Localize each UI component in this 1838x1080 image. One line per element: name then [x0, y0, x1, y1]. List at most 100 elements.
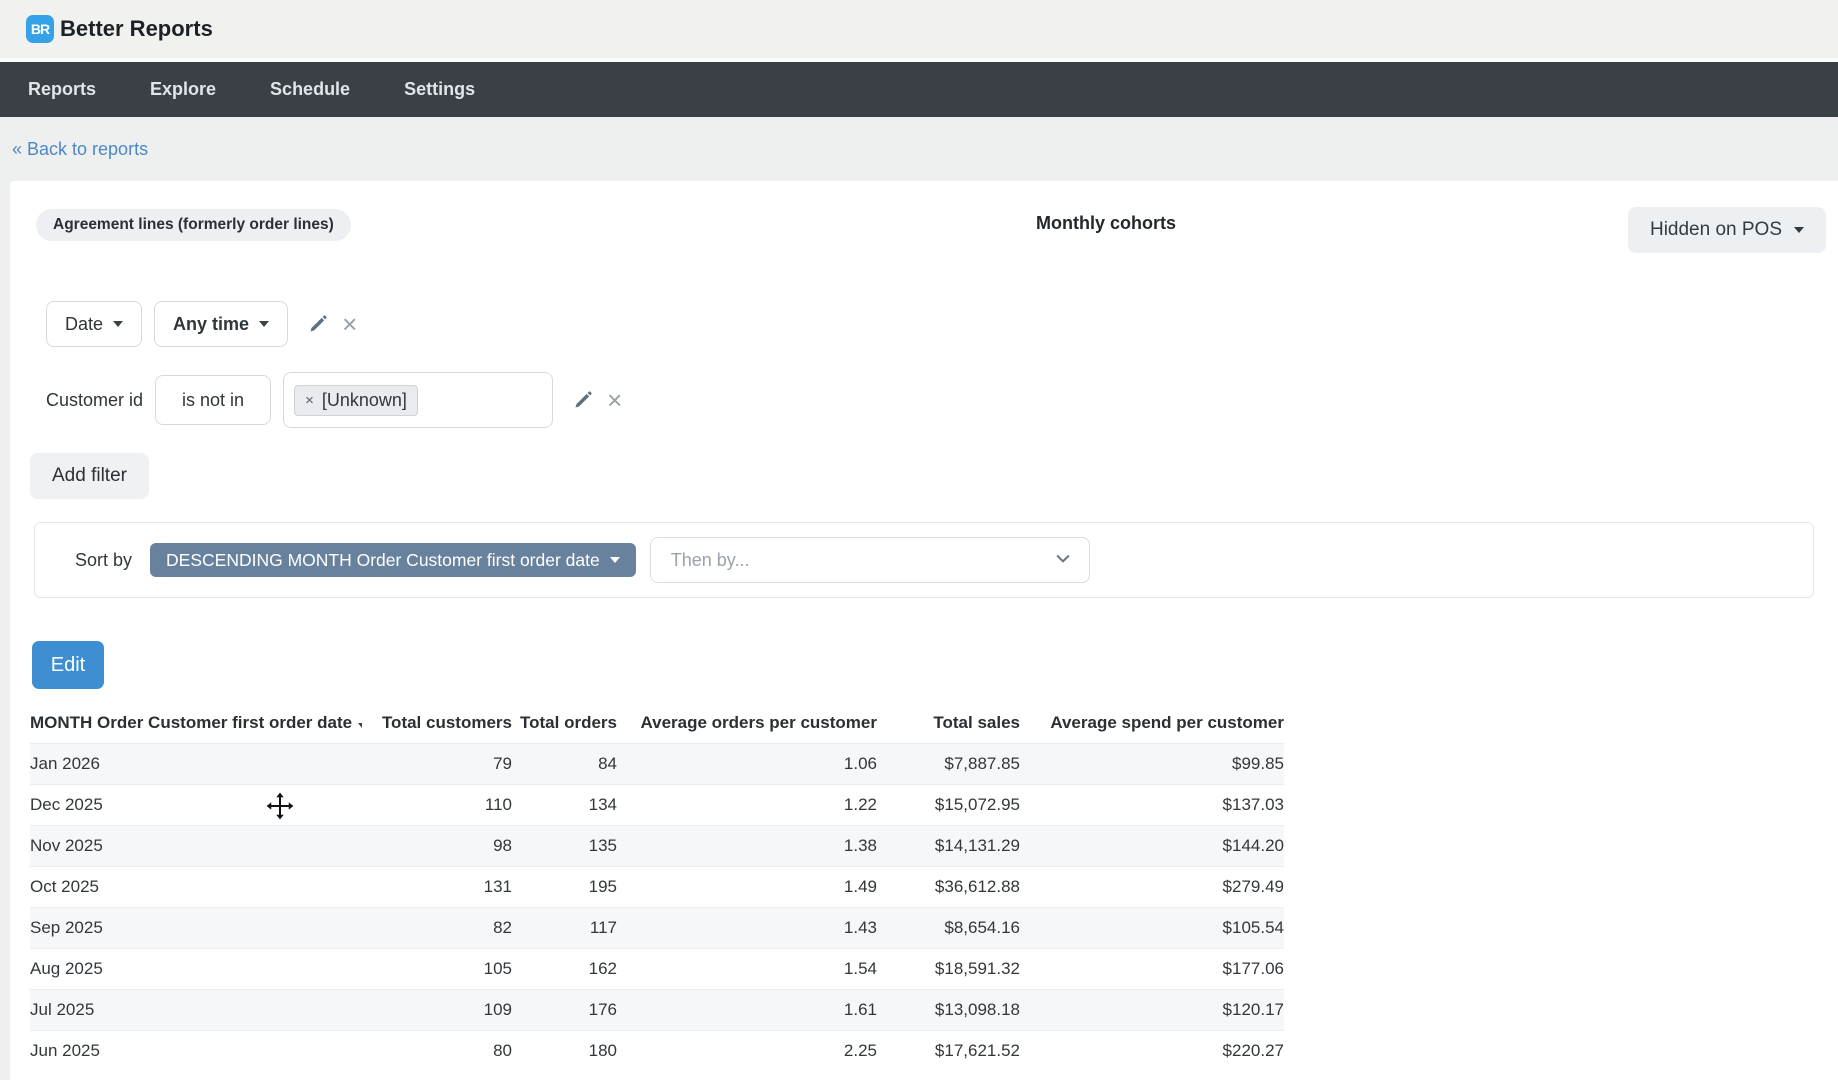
chevron-down-icon	[113, 321, 124, 327]
remove-tag-icon[interactable]: ×	[305, 392, 314, 409]
back-to-reports-link[interactable]: « Back to reports	[12, 139, 148, 160]
sort-desc-icon	[358, 723, 362, 728]
column-header-month[interactable]: MONTH Order Customer first order date	[30, 703, 362, 744]
cell-avg-spend: $144.20	[1222, 836, 1284, 855]
customer-id-operator-box[interactable]: is not in	[155, 375, 272, 425]
column-header-label: MONTH Order Customer first order date	[30, 713, 353, 732]
cell-month: Jan 2026	[30, 754, 100, 773]
cell-total-customers: 110	[484, 795, 512, 814]
cell-total-sales: $18,591.32	[934, 959, 1020, 978]
cell-avg-spend: $220.27	[1222, 1041, 1284, 1060]
cell-avg-spend: $279.49	[1222, 877, 1284, 896]
nav-item-explore[interactable]: Explore	[150, 79, 216, 100]
nav-item-reports[interactable]: Reports	[28, 79, 96, 100]
primary-sort-pill[interactable]: DESCENDING MONTH Order Customer first or…	[150, 543, 636, 577]
remove-date-filter-button[interactable]: ×	[342, 311, 357, 337]
app-header: BR Better Reports	[0, 0, 1838, 62]
date-field-dropdown[interactable]: Date	[46, 301, 143, 347]
cell-avg-orders: 1.49	[843, 877, 877, 896]
pencil-icon	[310, 315, 327, 332]
table-body: Jan 2026 79 84 1.06 $7,887.85 $99.85 Dec…	[30, 743, 1284, 1072]
then-by-select[interactable]: Then by...	[649, 537, 1090, 583]
cell-total-customers: 98	[493, 836, 512, 855]
cell-total-sales: $36,612.88	[934, 877, 1020, 896]
table-row: Dec 2025 110 134 1.22 $15,072.95 $137.03	[30, 784, 1284, 826]
report-card: Agreement lines (formerly order lines) M…	[10, 181, 1838, 1080]
cell-total-orders: 117	[589, 918, 617, 937]
main-nav: Reports Explore Schedule Settings	[0, 62, 1838, 117]
cell-total-customers: 80	[493, 1041, 512, 1060]
sort-section: Sort by DESCENDING MONTH Order Customer …	[34, 522, 1814, 598]
then-by-placeholder: Then by...	[670, 549, 750, 570]
filter-value-tag: × [Unknown]	[294, 384, 418, 416]
add-filter-button[interactable]: Add filter	[30, 453, 149, 499]
app-title: Better Reports	[60, 16, 213, 41]
cell-total-customers: 131	[483, 877, 512, 896]
filter-row-customer-id: Customer id is not in × [Unknown] ×	[46, 371, 1818, 429]
cell-total-sales: $8,654.16	[944, 918, 1020, 937]
cell-total-orders: 195	[588, 877, 617, 896]
edit-date-filter-button[interactable]	[308, 314, 328, 334]
cell-total-orders: 134	[588, 795, 617, 814]
table-row: Jun 2025 80 180 2.25 $17,621.52 $220.27	[30, 1030, 1284, 1072]
cell-month: Jul 2025	[30, 1000, 95, 1019]
column-header-avg-orders[interactable]: Average orders per customer	[617, 703, 877, 744]
cell-month: Aug 2025	[30, 959, 103, 978]
cell-total-customers: 109	[483, 1000, 512, 1019]
cell-total-orders: 84	[598, 754, 617, 773]
date-value-dropdown[interactable]: Any time	[154, 301, 289, 347]
cell-total-customers: 82	[493, 918, 512, 937]
chevron-down-icon	[1794, 227, 1804, 233]
edit-customer-filter-button[interactable]	[573, 390, 593, 410]
column-header-total-customers[interactable]: Total customers	[362, 703, 512, 744]
results-table: MONTH Order Customer first order date To…	[30, 703, 1284, 1071]
chevron-down-icon	[1053, 548, 1073, 573]
customer-id-field-label: Customer id	[46, 389, 144, 410]
primary-sort-label: DESCENDING MONTH Order Customer first or…	[166, 549, 600, 570]
cell-avg-orders: 1.43	[843, 918, 877, 937]
cell-total-customers: 79	[493, 754, 512, 773]
sort-by-label: Sort by	[75, 549, 133, 570]
table-header-row: MONTH Order Customer first order date To…	[30, 703, 1284, 744]
nav-item-settings[interactable]: Settings	[404, 79, 475, 100]
cell-total-customers: 105	[483, 959, 512, 978]
column-header-total-orders[interactable]: Total orders	[512, 703, 617, 744]
column-header-total-sales[interactable]: Total sales	[877, 703, 1020, 744]
cell-avg-orders: 2.25	[843, 1041, 877, 1060]
cell-avg-orders: 1.61	[843, 1000, 877, 1019]
cell-avg-spend: $99.85	[1232, 754, 1284, 773]
remove-customer-filter-button[interactable]: ×	[607, 387, 622, 413]
pos-visibility-label: Hidden on POS	[1649, 219, 1782, 240]
cell-avg-orders: 1.22	[843, 795, 877, 814]
cell-total-sales: $7,887.85	[944, 754, 1020, 773]
cell-avg-orders: 1.06	[843, 754, 877, 773]
operator-label: is not in	[182, 389, 245, 410]
cell-month: Oct 2025	[30, 877, 99, 896]
cell-total-sales: $15,072.95	[934, 795, 1020, 814]
table-row: Aug 2025 105 162 1.54 $18,591.32 $177.06	[30, 948, 1284, 990]
edit-report-button[interactable]: Edit	[32, 641, 104, 689]
report-title: Monthly cohorts	[1036, 213, 1176, 233]
pos-visibility-dropdown[interactable]: Hidden on POS	[1627, 207, 1826, 253]
table-row: Jan 2026 79 84 1.06 $7,887.85 $99.85	[30, 743, 1284, 785]
table-row: Sep 2025 82 117 1.43 $8,654.16 $105.54	[30, 907, 1284, 949]
cell-month: Dec 2025	[30, 795, 103, 814]
cell-month: Nov 2025	[30, 836, 103, 855]
customer-id-value-input[interactable]: × [Unknown]	[283, 372, 554, 428]
table-row: Oct 2025 131 195 1.49 $36,612.88 $279.49	[30, 866, 1284, 908]
column-header-avg-spend[interactable]: Average spend per customer	[1020, 703, 1284, 744]
cell-total-orders: 176	[588, 1000, 617, 1019]
cell-total-orders: 135	[588, 836, 617, 855]
data-source-badge: Agreement lines (formerly order lines)	[36, 209, 351, 241]
chevron-down-icon	[609, 557, 620, 563]
cell-total-sales: $14,131.29	[934, 836, 1020, 855]
table-row: Jul 2025 109 176 1.61 $13,098.18 $120.17	[30, 989, 1284, 1031]
cell-month: Sep 2025	[30, 918, 103, 937]
nav-item-schedule[interactable]: Schedule	[270, 79, 350, 100]
cell-avg-spend: $120.17	[1222, 1000, 1284, 1019]
pencil-icon	[575, 391, 592, 408]
app-logo-icon: BR	[26, 15, 54, 43]
table-row: Nov 2025 98 135 1.38 $14,131.29 $144.20	[30, 825, 1284, 867]
date-value-label: Any time	[173, 313, 250, 334]
cell-avg-orders: 1.54	[843, 959, 877, 978]
